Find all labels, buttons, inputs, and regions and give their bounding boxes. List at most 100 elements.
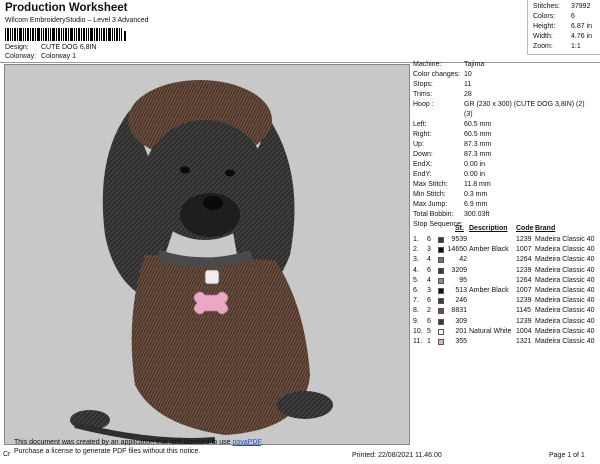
stitch-count: 9539	[451, 236, 467, 243]
color-number: 3	[427, 246, 431, 254]
stitch-count: 201	[455, 327, 467, 335]
color-swatch	[438, 257, 444, 264]
thread-brand: Madeira Classic 40	[535, 236, 595, 243]
info-value: (3)	[464, 111, 473, 118]
info-value: Tajima	[464, 61, 485, 68]
info-label: Down:	[413, 151, 433, 158]
stop-number: 7.	[413, 297, 419, 305]
thread-code: 1264	[516, 256, 532, 264]
color-swatch	[438, 247, 444, 254]
notice-line-1: This document was created by an applicat…	[14, 439, 231, 446]
design-label: Design:	[5, 44, 29, 51]
info-value: 0.00 in	[464, 161, 486, 168]
color-number: 6	[427, 297, 431, 305]
info-label: Hoop :	[413, 101, 434, 108]
thread-code: 1239	[516, 317, 532, 325]
design-value: CUTE DOG 6,8IN	[40, 44, 97, 51]
info-value: 11.8 mm	[464, 181, 491, 188]
color-number: 6	[427, 317, 431, 325]
stitch-count: 3209	[451, 266, 467, 274]
info-value: 0.3 mm	[464, 191, 488, 198]
table-row: 11. 1 355 1321 Madeira Classic 40	[413, 338, 600, 348]
colorway-label: Colorway:	[5, 53, 37, 60]
stitch-count: 309	[455, 317, 467, 325]
software-subtitle: Wilcom EmbroideryStudio – Level 3 Advanc…	[5, 17, 149, 24]
thread-brand: Madeira Classic 40	[535, 327, 595, 335]
page-title: Production Worksheet	[5, 2, 128, 14]
height-value: 6.87 in	[571, 23, 593, 30]
thread-brand: Madeira Classic 40	[535, 338, 595, 345]
color-number: 2	[427, 307, 431, 315]
color-number: 4	[427, 256, 431, 264]
stop-number: 2.	[413, 246, 419, 254]
color-number: 6	[427, 266, 431, 274]
color-swatch	[438, 237, 444, 243]
color-swatch	[438, 318, 444, 325]
info-value: 28	[464, 91, 472, 98]
thread-code: 1004	[516, 327, 532, 335]
col-header-st: St.	[455, 225, 464, 232]
info-label: Min Stitch:	[413, 191, 446, 198]
info-label: Total Bobbin:	[413, 211, 454, 218]
thread-brand: Madeira Classic 40	[535, 297, 595, 305]
col-header-code: Code	[516, 225, 534, 232]
info-label: Stops:	[413, 81, 433, 88]
stop-number: 4.	[413, 266, 419, 274]
color-number: 5	[427, 327, 431, 335]
stop-number: 10.	[413, 327, 423, 335]
info-value: 11	[464, 81, 472, 88]
stats-box: Stitches: 37992 Colors: 6 Height: 6.87 in W…	[527, 0, 600, 55]
stop-number: 11.	[413, 338, 423, 345]
colors-label: Colors:	[533, 13, 556, 20]
color-swatch	[438, 328, 444, 335]
info-value: 87.3 mm	[464, 141, 492, 148]
design-preview	[4, 64, 410, 445]
thread-brand: Madeira Classic 40	[535, 287, 595, 294]
info-value: 6.9 mm	[464, 201, 488, 208]
table-row: 5. 4 95 1264 Madeira Classic 40	[413, 277, 600, 287]
stop-number: 8.	[413, 307, 419, 315]
thread-code: 1239	[516, 297, 532, 305]
stop-number: 1.	[413, 236, 419, 243]
stop-number: 5.	[413, 276, 419, 284]
info-value: 60.5 mm	[464, 131, 492, 138]
thread-code: 1264	[516, 276, 532, 284]
stop-number: 9.	[413, 317, 419, 325]
info-label: EndY:	[413, 171, 432, 178]
pdf-license-notice: This document was created by an applicat…	[14, 439, 263, 455]
colors-value: 6	[571, 13, 575, 20]
zoom-label: Zoom:	[533, 43, 553, 50]
info-label: Up:	[413, 141, 424, 148]
table-row: 6. 3 513 Amber Black 1007 Madeira Classic 40	[413, 287, 600, 297]
table-row: 4. 6 3209 1239 Madeira Classic 40	[413, 267, 600, 277]
poodle-embroidery-image	[70, 80, 333, 444]
novapdf-link[interactable]: novaPDF	[232, 439, 260, 446]
table-row: 2. 3 14650 Amber Black 1007 Madeira Classic 4…	[413, 246, 600, 256]
thread-code: 1145	[516, 307, 532, 315]
info-label: Machine:	[413, 61, 442, 68]
table-row: 3. 4 42 1264 Madeira Classic 40	[413, 256, 600, 266]
table-row: 8. 2 8831 1145 Madeira Classic 40	[413, 307, 600, 317]
thread-brand: Madeira Classic 40	[535, 266, 595, 274]
width-label: Width:	[533, 33, 553, 40]
thread-code: 1007	[516, 246, 532, 254]
color-swatch	[438, 267, 444, 274]
table-row: 9. 6 309 1239 Madeira Classic 40	[413, 318, 600, 328]
thread-brand: Madeira Classic 40	[535, 276, 595, 284]
color-number: 3	[427, 287, 431, 294]
thread-code: 1239	[516, 266, 532, 274]
printed-timestamp: Printed: 22/08/2021 11.46.00	[352, 452, 442, 459]
width-value: 4.76 in	[571, 33, 593, 40]
info-label: Color changes:	[413, 71, 461, 78]
color-number: 6	[427, 236, 431, 243]
stop-number: 6.	[413, 287, 419, 294]
info-value: 300.03ft	[464, 211, 490, 218]
stop-number: 3.	[413, 256, 419, 264]
stitch-count: 246	[455, 297, 467, 305]
thread-code: 1007	[516, 287, 532, 294]
notice-line-2: Purchase a license to generate PDF files…	[14, 448, 201, 455]
stitches-value: 37992	[571, 3, 591, 10]
header-divider	[0, 62, 600, 63]
zoom-value: 1:1	[571, 43, 581, 50]
color-swatch	[438, 308, 444, 315]
